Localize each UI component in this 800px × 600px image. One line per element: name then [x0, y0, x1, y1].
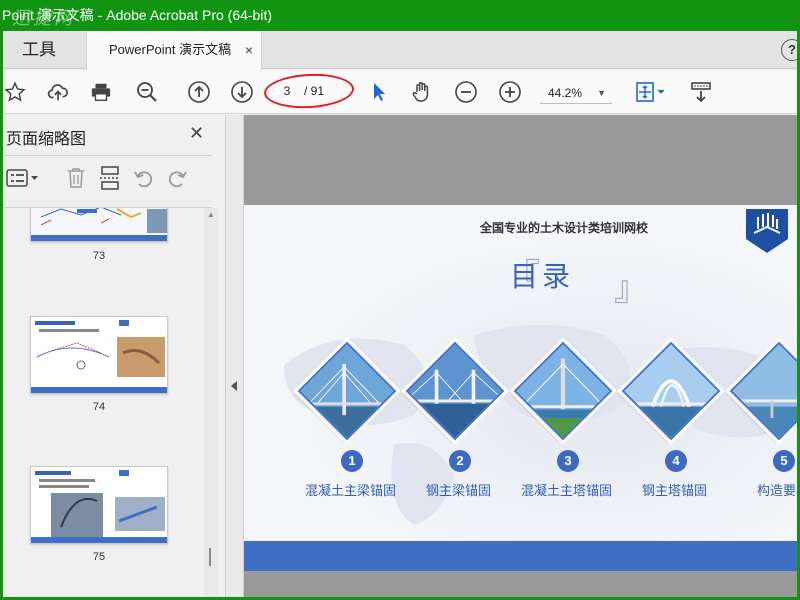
- title-bracket-right: 』: [614, 270, 648, 308]
- prev-page-icon[interactable]: [186, 70, 212, 114]
- page-thumbnail[interactable]: [30, 466, 168, 544]
- zoom-in-icon[interactable]: [497, 70, 523, 114]
- item-number-badge: 3: [557, 450, 579, 472]
- item-number-badge: 4: [665, 450, 687, 472]
- item-number-badge: 1: [341, 450, 363, 472]
- document-view[interactable]: 全国专业的土木设计类培训网校 『 目录 』 1 2 3 4 5 混凝土主梁锚固 …: [244, 115, 797, 600]
- thumbnail-page-number: 75: [92, 551, 106, 563]
- star-icon[interactable]: [2, 70, 28, 114]
- page-thumbnail[interactable]: [30, 208, 168, 242]
- tab-bar: 工具 PowerPoint 演示文稿 × ?: [0, 31, 800, 70]
- help-button[interactable]: ?: [781, 39, 800, 61]
- main-toolbar: 3 / 91 44.2% ▼: [0, 70, 800, 114]
- bridge-image-2: [401, 337, 509, 445]
- item-label: 构造要: [757, 483, 797, 498]
- panel-title: 页面缩略图: [6, 131, 87, 148]
- rotate-right-icon[interactable]: [166, 165, 188, 191]
- thumbnail-options-icon[interactable]: [6, 165, 40, 191]
- divider: [0, 155, 212, 156]
- next-page-icon[interactable]: [229, 70, 255, 114]
- close-panel-button[interactable]: ✕: [189, 123, 204, 144]
- thumbnail-scrollbar[interactable]: ▲: [204, 208, 218, 600]
- thumbnail-page-number: 74: [92, 401, 106, 413]
- thumbnail-footer-bar: [31, 387, 167, 393]
- insert-page-icon[interactable]: [99, 165, 121, 191]
- panel-collapse-strip[interactable]: [226, 115, 244, 600]
- item-number-badge: 5: [773, 450, 795, 472]
- bridge-image-1: [293, 337, 401, 445]
- tab-tools[interactable]: 工具: [0, 31, 86, 69]
- bridge-image-5: [725, 337, 797, 445]
- collapse-arrow-icon[interactable]: [231, 381, 237, 391]
- red-annotation-oval: [263, 71, 355, 111]
- slide-footer-bar: [244, 541, 797, 571]
- item-label: 钢主塔锚固: [642, 483, 708, 498]
- chevron-down-icon: ▼: [597, 88, 606, 98]
- item-number-badge: 2: [449, 450, 471, 472]
- tab-document-label: PowerPoint 演示文稿: [109, 42, 232, 57]
- zoom-level-select[interactable]: 44.2% ▼: [540, 82, 612, 104]
- item-label: 钢主梁锚固: [426, 483, 492, 498]
- slide-title: 目录: [510, 261, 575, 292]
- title-bar: Point 演示文稿 - Adobe Acrobat Pro (64-bit): [0, 0, 800, 31]
- hand-icon[interactable]: [409, 70, 435, 114]
- thumbnail-list: 73 74 75: [0, 208, 204, 600]
- zoom-out-icon[interactable]: [453, 70, 479, 114]
- print-icon[interactable]: [88, 70, 114, 114]
- school-logo: [746, 209, 788, 253]
- page-thumbnail[interactable]: [30, 316, 168, 394]
- window-title: Point 演示文稿 - Adobe Acrobat Pro (64-bit): [2, 7, 272, 23]
- scroll-up-arrow-icon[interactable]: ▲: [207, 210, 215, 219]
- item-label: 混凝土主塔锚固: [521, 483, 613, 498]
- tab-close-button[interactable]: ×: [245, 31, 253, 69]
- item-label: 混凝土主梁锚固: [305, 483, 397, 498]
- select-arrow-icon[interactable]: [368, 70, 390, 114]
- cloud-upload-icon[interactable]: [44, 70, 72, 114]
- slide-page: 全国专业的土木设计类培训网校 『 目录 』 1 2 3 4 5 混凝土主梁锚固 …: [244, 205, 797, 571]
- thumbnail-footer-bar: [31, 235, 167, 241]
- scroll-mode-icon[interactable]: [688, 70, 714, 114]
- rotate-left-icon[interactable]: [133, 165, 155, 191]
- thumbnail-tools: [0, 161, 212, 195]
- slide-header: 全国专业的土木设计类培训网校: [480, 221, 649, 235]
- bridge-image-4: [617, 337, 725, 445]
- thumbnail-page-number: 73: [92, 250, 106, 262]
- bridge-image-3: [509, 337, 617, 445]
- fit-page-icon[interactable]: [632, 70, 668, 114]
- trash-icon[interactable]: [66, 165, 86, 191]
- tab-document[interactable]: PowerPoint 演示文稿 ×: [86, 31, 262, 70]
- zoom-level-value: 44.2%: [548, 86, 583, 100]
- thumbnail-footer-bar: [31, 537, 167, 543]
- zoom-out-search-icon[interactable]: [133, 70, 161, 114]
- scroll-grip[interactable]: [209, 548, 211, 566]
